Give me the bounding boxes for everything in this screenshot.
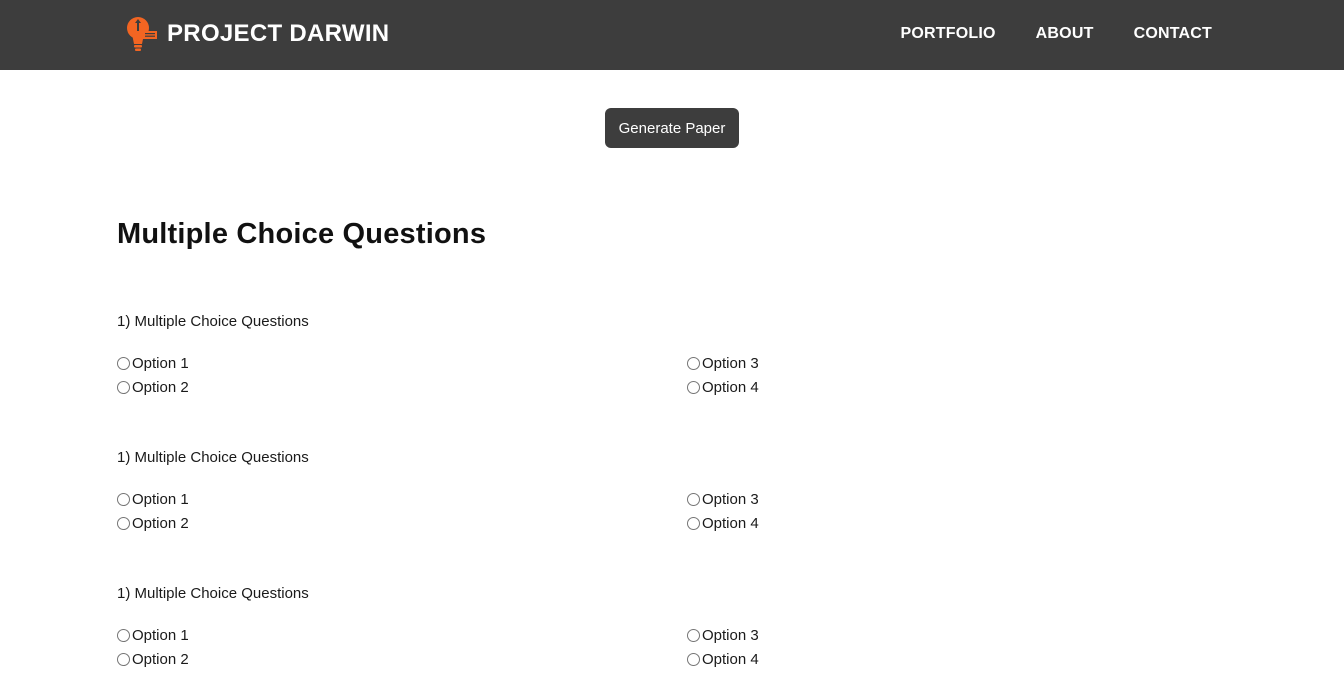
- options-grid: Option 1 Option 2 Option 3 Option 4: [117, 353, 1227, 401]
- question-text: 1) Multiple Choice Questions: [117, 449, 309, 466]
- radio-button[interactable]: [117, 516, 130, 530]
- radio-button[interactable]: [687, 628, 700, 642]
- options-grid: Option 1 Option 2 Option 3 Option 4: [117, 625, 1227, 673]
- radio-button[interactable]: [117, 628, 130, 642]
- option-1[interactable]: Option 1: [117, 489, 189, 509]
- option-4[interactable]: Option 4: [687, 649, 759, 669]
- radio-button[interactable]: [687, 492, 700, 506]
- question-text: 1) Multiple Choice Questions: [117, 313, 309, 330]
- option-4[interactable]: Option 4: [687, 513, 759, 533]
- radio-button[interactable]: [687, 380, 700, 394]
- option-label: Option 1: [132, 490, 189, 508]
- generate-paper-button[interactable]: Generate Paper: [604, 108, 740, 148]
- generate-button-container: Generate Paper: [0, 108, 1344, 148]
- brand-link[interactable]: PROJECT DARWIN: [126, 15, 389, 53]
- option-2[interactable]: Option 2: [117, 649, 189, 669]
- option-label: Option 1: [132, 354, 189, 372]
- option-label: Option 3: [702, 354, 759, 372]
- radio-button[interactable]: [117, 380, 130, 394]
- radio-button[interactable]: [117, 492, 130, 506]
- options-grid: Option 1 Option 2 Option 3 Option 4: [117, 489, 1227, 537]
- question-block: 1) Multiple Choice Questions Option 1 Op…: [117, 585, 1227, 673]
- option-2[interactable]: Option 2: [117, 377, 189, 397]
- option-label: Option 2: [132, 514, 189, 532]
- brand-name: PROJECT DARWIN: [167, 20, 390, 47]
- option-label: Option 4: [702, 514, 759, 532]
- option-1[interactable]: Option 1: [117, 625, 189, 645]
- option-label: Option 1: [132, 626, 189, 644]
- option-label: Option 4: [702, 378, 759, 396]
- nav-link-about[interactable]: ABOUT: [1036, 24, 1094, 44]
- question-block: 1) Multiple Choice Questions Option 1 Op…: [117, 313, 1227, 401]
- option-1[interactable]: Option 1: [117, 353, 189, 373]
- option-label: Option 3: [702, 626, 759, 644]
- question-block: 1) Multiple Choice Questions Option 1 Op…: [117, 449, 1227, 537]
- option-label: Option 3: [702, 490, 759, 508]
- option-3[interactable]: Option 3: [687, 353, 759, 373]
- radio-button[interactable]: [117, 652, 130, 666]
- option-label: Option 2: [132, 378, 189, 396]
- option-label: Option 4: [702, 650, 759, 668]
- nav-links: PORTFOLIO ABOUT CONTACT: [861, 24, 1212, 44]
- option-3[interactable]: Option 3: [687, 489, 759, 509]
- radio-button[interactable]: [117, 356, 130, 370]
- navbar: PROJECT DARWIN PORTFOLIO ABOUT CONTACT: [0, 0, 1344, 70]
- nav-link-portfolio[interactable]: PORTFOLIO: [901, 24, 996, 44]
- section-title: Multiple Choice Questions: [117, 218, 487, 250]
- option-3[interactable]: Option 3: [687, 625, 759, 645]
- question-text: 1) Multiple Choice Questions: [117, 585, 309, 602]
- lightbulb-logo-icon: [127, 17, 157, 51]
- nav-link-contact[interactable]: CONTACT: [1134, 24, 1212, 44]
- option-4[interactable]: Option 4: [687, 377, 759, 397]
- radio-button[interactable]: [687, 356, 700, 370]
- radio-button[interactable]: [687, 652, 700, 666]
- option-2[interactable]: Option 2: [117, 513, 189, 533]
- radio-button[interactable]: [687, 516, 700, 530]
- option-label: Option 2: [132, 650, 189, 668]
